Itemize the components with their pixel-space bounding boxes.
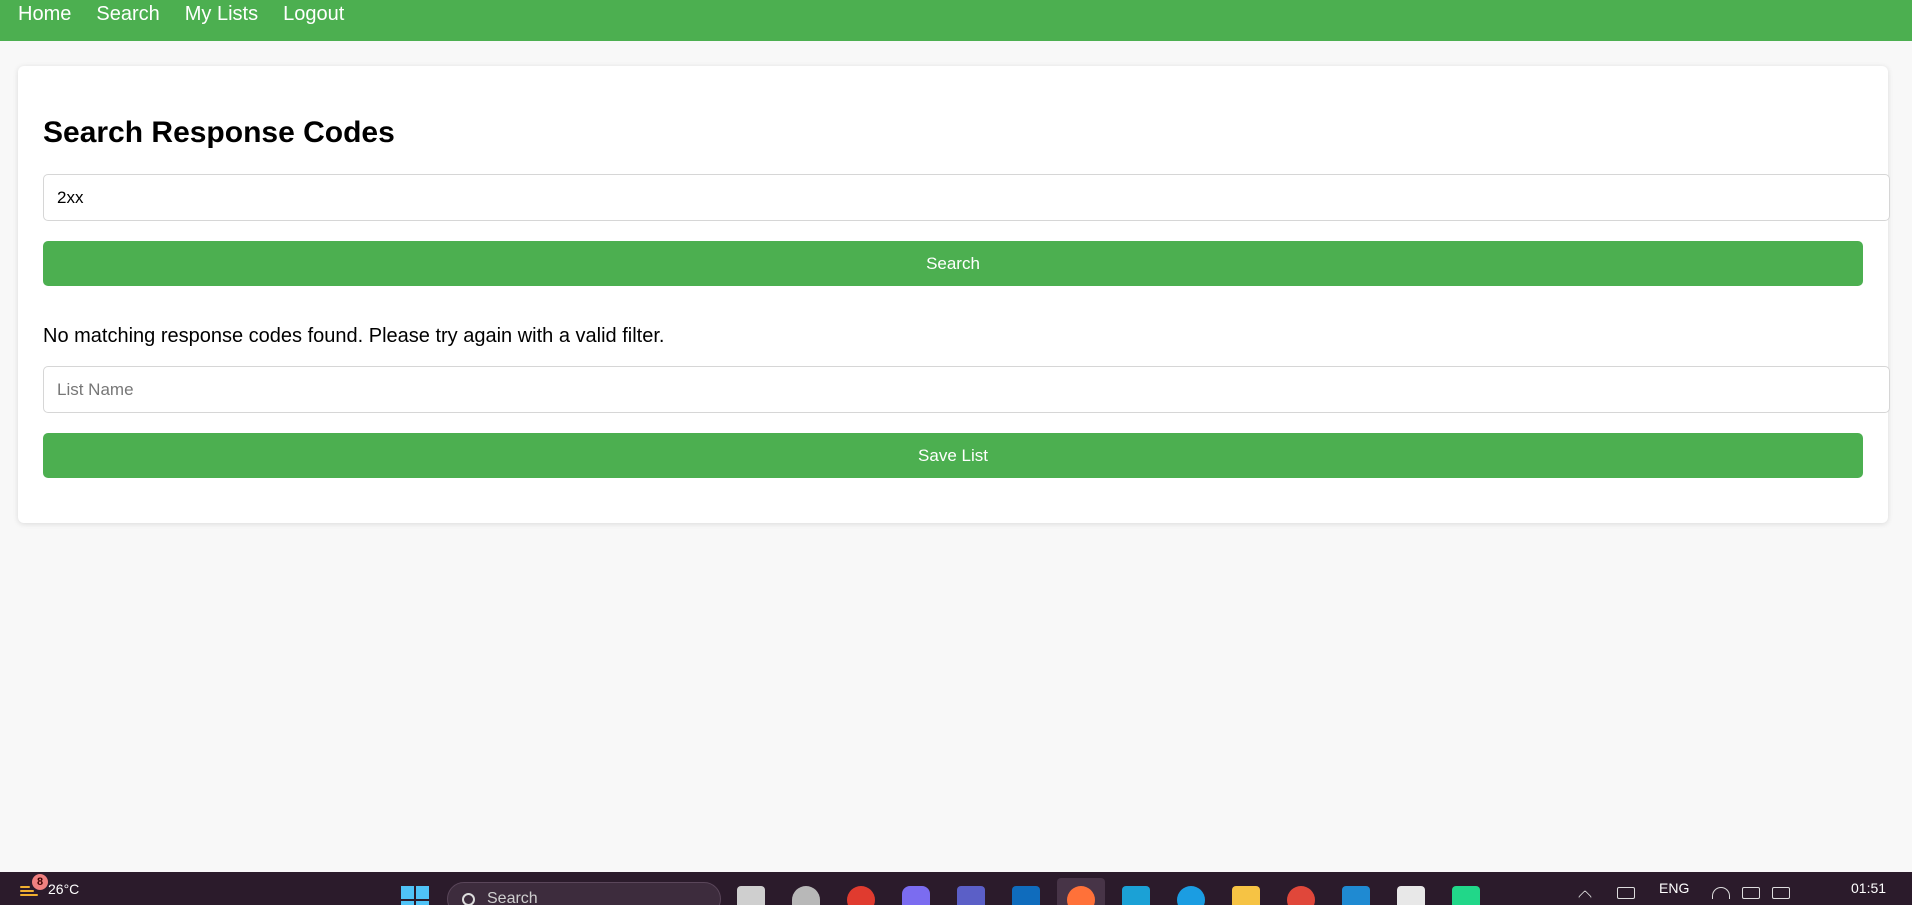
- save-list-button[interactable]: Save List: [43, 433, 1863, 478]
- outlook-icon[interactable]: [1012, 886, 1040, 905]
- notification-badge: 8: [32, 874, 48, 890]
- database-icon[interactable]: [792, 886, 820, 905]
- language-indicator[interactable]: ENG: [1659, 880, 1689, 896]
- slack-icon[interactable]: [1397, 886, 1425, 905]
- os-taskbar: 8 26°C Search ENG 01:51: [0, 872, 1912, 905]
- keyboard-icon[interactable]: [1617, 887, 1635, 899]
- volume-icon[interactable]: [1742, 887, 1760, 899]
- no-results-message: No matching response codes found. Please…: [43, 325, 665, 347]
- battery-icon[interactable]: [1772, 887, 1790, 899]
- edge-icon[interactable]: [1177, 886, 1205, 905]
- search-icon: [462, 892, 475, 905]
- chrome-icon[interactable]: [1287, 886, 1315, 905]
- vivaldi-icon[interactable]: [847, 886, 875, 905]
- list-name-input[interactable]: [43, 366, 1890, 413]
- nav-search-link[interactable]: Search: [96, 2, 159, 26]
- nav-my-lists-link[interactable]: My Lists: [185, 2, 258, 26]
- clock[interactable]: 01:51: [1851, 880, 1886, 896]
- windows-start-icon[interactable]: [401, 886, 429, 905]
- chevron-up-icon[interactable]: [1577, 889, 1593, 905]
- taskbar-search-box[interactable]: Search: [447, 882, 721, 905]
- file-explorer-icon[interactable]: [737, 886, 765, 905]
- copilot-icon[interactable]: [902, 886, 930, 905]
- filter-input[interactable]: [43, 174, 1890, 221]
- vscode-icon[interactable]: [1342, 886, 1370, 905]
- search-card: Search Response Codes Search No matching…: [18, 66, 1890, 523]
- teams-icon[interactable]: [957, 886, 985, 905]
- nav-logout-link[interactable]: Logout: [283, 2, 344, 26]
- folder-icon[interactable]: [1232, 886, 1260, 905]
- temperature-label: 26°C: [48, 881, 80, 897]
- search-button[interactable]: Search: [43, 241, 1863, 286]
- top-navbar: Home Search My Lists Logout: [0, 0, 1912, 41]
- app-icon[interactable]: [1122, 886, 1150, 905]
- weather-widget[interactable]: 8 26°C: [18, 874, 80, 900]
- page-title: Search Response Codes: [43, 116, 395, 149]
- nav-home-link[interactable]: Home: [18, 2, 71, 26]
- pycharm-icon[interactable]: [1452, 886, 1480, 905]
- wifi-icon[interactable]: [1712, 887, 1730, 899]
- weather-icon: 8: [18, 874, 48, 900]
- taskbar-search-label: Search: [487, 890, 538, 905]
